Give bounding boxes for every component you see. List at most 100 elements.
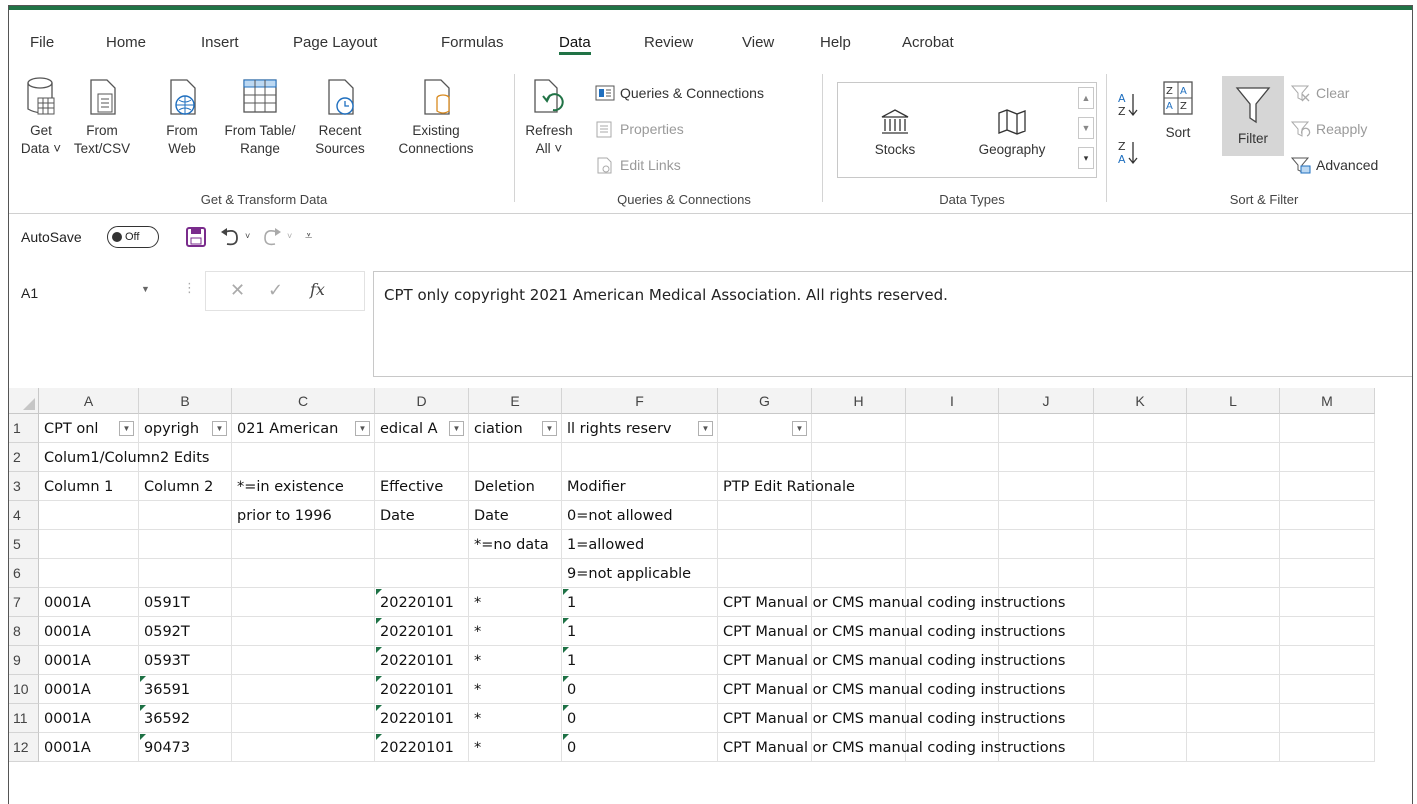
cell[interactable] xyxy=(1187,588,1280,617)
cell[interactable] xyxy=(469,704,562,733)
filter-dropdown-icon[interactable]: ▼ xyxy=(542,421,557,436)
cell[interactable] xyxy=(1094,530,1187,559)
cell[interactable] xyxy=(1094,646,1187,675)
cell[interactable] xyxy=(999,414,1094,443)
cell[interactable] xyxy=(469,617,562,646)
enter-icon[interactable]: ✓ xyxy=(268,280,283,301)
cell[interactable] xyxy=(1094,414,1187,443)
cell[interactable] xyxy=(232,530,375,559)
from-text-csv-button[interactable]: From Text/CSV xyxy=(71,76,133,158)
cell[interactable] xyxy=(906,443,999,472)
undo-icon[interactable] xyxy=(219,226,241,248)
redo-icon[interactable] xyxy=(261,226,283,248)
recent-sources-button[interactable]: Recent Sources xyxy=(309,76,371,158)
undo-dropdown-icon[interactable]: ˅ xyxy=(245,231,250,241)
error-indicator-icon[interactable] xyxy=(376,618,382,624)
tab-home[interactable]: Home xyxy=(106,34,146,51)
cell[interactable] xyxy=(1187,443,1280,472)
from-web-button[interactable]: From Web xyxy=(159,76,205,158)
existing-connections-button[interactable]: Existing Connections xyxy=(391,76,481,158)
tab-data[interactable]: Data xyxy=(559,34,591,55)
cell[interactable] xyxy=(562,646,718,675)
error-indicator-icon[interactable] xyxy=(376,589,382,595)
gallery-scroll-down[interactable]: ▼ xyxy=(1078,117,1094,139)
row-header[interactable]: 8 xyxy=(9,617,39,646)
cell[interactable] xyxy=(469,733,562,762)
error-indicator-icon[interactable] xyxy=(376,705,382,711)
sort-button[interactable]: ZAAZ Sort xyxy=(1153,78,1203,142)
error-indicator-icon[interactable] xyxy=(563,647,569,653)
cell[interactable] xyxy=(1280,704,1375,733)
advanced-filter-button[interactable]: Advanced xyxy=(1290,156,1378,174)
properties-button[interactable]: Properties xyxy=(594,120,684,138)
cell[interactable] xyxy=(39,559,139,588)
cell[interactable] xyxy=(1094,675,1187,704)
column-header-l[interactable]: L xyxy=(1187,388,1280,414)
row-header[interactable]: 7 xyxy=(9,588,39,617)
cell[interactable] xyxy=(562,443,718,472)
cell[interactable] xyxy=(469,443,562,472)
error-indicator-icon[interactable] xyxy=(563,705,569,711)
cell[interactable] xyxy=(1187,675,1280,704)
cell[interactable] xyxy=(232,617,375,646)
column-header-m[interactable]: M xyxy=(1280,388,1375,414)
cell[interactable] xyxy=(1280,443,1375,472)
cell[interactable] xyxy=(1094,501,1187,530)
cell[interactable] xyxy=(999,559,1094,588)
row-header[interactable]: 1 xyxy=(9,414,39,443)
cell[interactable] xyxy=(469,559,562,588)
name-box-dropdown-icon[interactable]: ▼ xyxy=(141,284,150,294)
error-indicator-icon[interactable] xyxy=(376,676,382,682)
filter-dropdown-icon[interactable]: ▼ xyxy=(449,421,464,436)
cell[interactable] xyxy=(812,501,906,530)
cell[interactable] xyxy=(139,559,232,588)
insert-function-icon[interactable]: fx xyxy=(310,280,325,299)
sort-descending-button[interactable]: ZA xyxy=(1115,138,1141,172)
row-header[interactable]: 11 xyxy=(9,704,39,733)
from-table-range-button[interactable]: From Table/ Range xyxy=(215,76,305,158)
cell[interactable] xyxy=(232,675,375,704)
filter-dropdown-icon[interactable]: ▼ xyxy=(698,421,713,436)
cell[interactable] xyxy=(469,588,562,617)
edit-links-button[interactable]: Edit Links xyxy=(594,156,681,174)
cell[interactable] xyxy=(139,501,232,530)
row-header[interactable]: 6 xyxy=(9,559,39,588)
cell[interactable] xyxy=(232,646,375,675)
row-header[interactable]: 3 xyxy=(9,472,39,501)
filter-dropdown-icon[interactable]: ▼ xyxy=(212,421,227,436)
select-all-corner[interactable] xyxy=(9,388,39,414)
cell[interactable] xyxy=(1187,617,1280,646)
column-header-b[interactable]: B xyxy=(139,388,232,414)
cell[interactable] xyxy=(1187,501,1280,530)
error-indicator-icon[interactable] xyxy=(140,705,146,711)
cell[interactable] xyxy=(39,501,139,530)
cell[interactable] xyxy=(999,530,1094,559)
cell[interactable] xyxy=(1094,443,1187,472)
column-header-i[interactable]: I xyxy=(906,388,999,414)
cell[interactable] xyxy=(1280,733,1375,762)
cell[interactable] xyxy=(1187,414,1280,443)
autosave-toggle[interactable]: Off xyxy=(107,226,159,248)
gallery-expand[interactable]: ▾ xyxy=(1078,147,1094,169)
cell[interactable] xyxy=(1094,617,1187,646)
error-indicator-icon[interactable] xyxy=(563,618,569,624)
row-header[interactable]: 12 xyxy=(9,733,39,762)
tab-insert[interactable]: Insert xyxy=(201,34,239,51)
cell[interactable] xyxy=(1187,530,1280,559)
error-indicator-icon[interactable] xyxy=(140,676,146,682)
cell[interactable] xyxy=(906,501,999,530)
customize-qat-icon[interactable]: ⩡ xyxy=(305,228,312,244)
cell[interactable] xyxy=(232,704,375,733)
column-header-j[interactable]: J xyxy=(999,388,1094,414)
cell[interactable] xyxy=(1187,472,1280,501)
cell[interactable] xyxy=(1094,733,1187,762)
cell[interactable] xyxy=(999,501,1094,530)
cell[interactable] xyxy=(232,588,375,617)
geography-button[interactable]: Geography xyxy=(964,107,1060,159)
cell[interactable] xyxy=(906,559,999,588)
cell[interactable] xyxy=(562,733,718,762)
cell[interactable] xyxy=(718,559,812,588)
cell[interactable] xyxy=(39,530,139,559)
tab-acrobat[interactable]: Acrobat xyxy=(902,34,954,51)
formula-input[interactable]: CPT only copyright 2021 American Medical… xyxy=(373,271,1412,377)
